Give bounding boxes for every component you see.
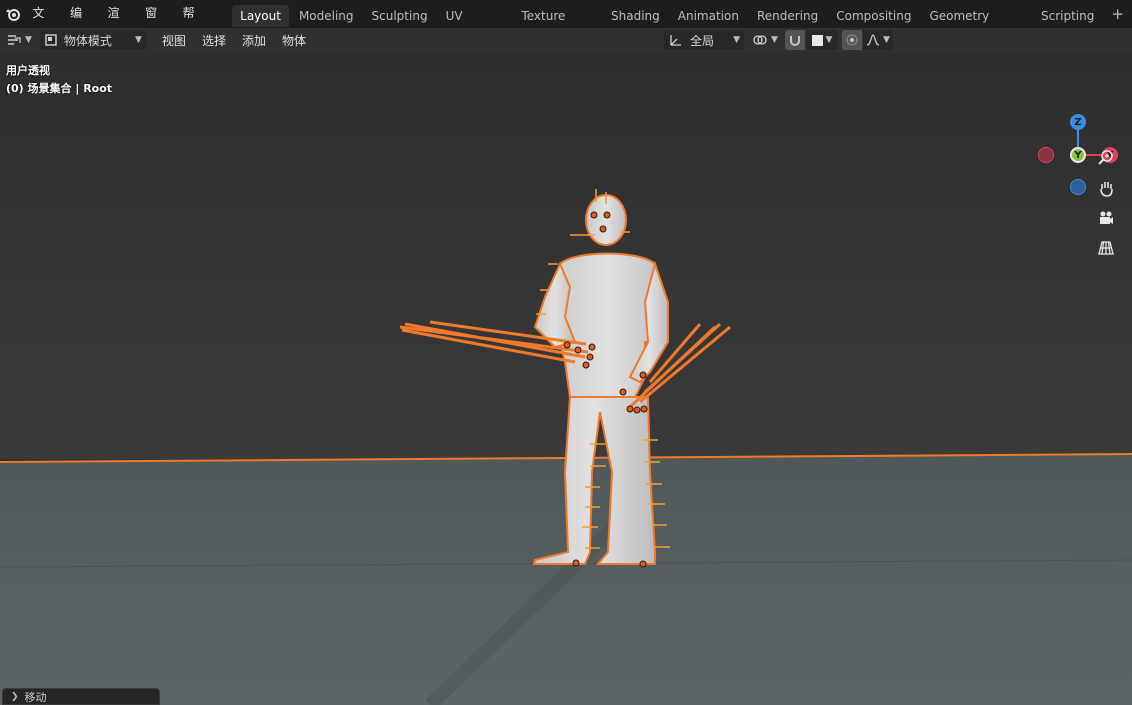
scene-canvas [0,52,1132,705]
transform-orientation-select[interactable]: 全局 ▼ [664,30,744,50]
mode-label: 物体模式 [63,33,112,48]
mode-select[interactable]: 物体模式 ▼ [39,30,146,50]
falloff-curve-icon [866,34,880,46]
last-operator-panel[interactable]: ❯ 移动 [2,688,160,705]
collection-info-label: (0) 场景集合 | Root [6,82,113,95]
add-workspace-button[interactable]: + [1103,0,1132,28]
menu-add[interactable]: 添加 [234,30,274,50]
chevron-down-icon: ▼ [825,35,833,45]
top-bar: 文件 编辑 渲染 窗口 帮助 Layout Modeling Sculpting… [0,0,1132,46]
magnet-icon [790,36,800,46]
tab-rendering[interactable]: Rendering [749,5,826,27]
proportional-edit-toggle[interactable] [842,30,862,50]
object-mode-icon [45,34,57,46]
editor-type-button[interactable]: ▼ [6,30,32,50]
menu-window[interactable]: 窗口 [138,0,176,46]
gizmo-neg-z-axis[interactable] [1070,179,1086,195]
pan-button[interactable] [1094,176,1118,200]
blender-logo-icon[interactable] [0,0,25,28]
grid-icon [1098,241,1114,255]
gizmo-y-axis[interactable]: Y [1070,147,1086,163]
tab-sculpting[interactable]: Sculpting [364,5,436,27]
menu-file[interactable]: 文件 [25,0,63,46]
background [0,52,1132,459]
orientation-axes-icon [670,35,681,46]
chevron-down-icon: ▼ [883,35,890,45]
editor-type-icon [8,35,21,45]
snap-toggle[interactable] [785,30,805,50]
menu-help[interactable]: 帮助 [176,0,214,46]
hand-icon [1100,182,1113,197]
gizmo-neg-x-axis[interactable] [1038,147,1054,163]
tab-uv-editing[interactable]: UV Editing [438,5,512,45]
snap-target-select[interactable]: ▼ [806,30,838,50]
viewport-header: ▼ 物体模式 ▼ 视图 选择 添加 物体 全局 ▼ ▼ ▼ ▼ [0,28,1132,52]
camera-icon [1100,211,1113,224]
pivot-point-button[interactable]: ▼ [752,30,778,50]
menu-view[interactable]: 视图 [154,30,194,50]
proportional-icon [846,34,858,46]
zoom-icon [1098,150,1113,165]
perspective-toggle-button[interactable] [1094,236,1118,260]
menu-edit[interactable]: 编辑 [63,0,101,46]
tab-compositing[interactable]: Compositing [828,5,919,27]
chevron-down-icon: ▼ [733,35,740,45]
falloff-select[interactable]: ▼ [863,30,893,50]
tab-shading[interactable]: Shading [603,5,668,27]
operator-label: 移动 [24,690,47,704]
workspace-tabs: Layout Modeling Sculpting UV Editing Tex… [231,0,1132,45]
tab-layout[interactable]: Layout [232,4,289,27]
zoom-button[interactable] [1094,146,1118,170]
view-name-label: 用户透视 [6,64,50,77]
tab-animation[interactable]: Animation [670,5,747,27]
gizmo-z-axis[interactable]: Z [1070,114,1086,130]
3d-viewport[interactable]: 用户透视 (0) 场景集合 | Root Z X Y [0,52,1132,705]
chevron-down-icon: ▼ [771,35,778,45]
menu-render[interactable]: 渲染 [101,0,139,46]
chevron-down-icon: ▼ [135,35,142,45]
chevron-right-icon: ❯ [11,691,19,702]
menu-select[interactable]: 选择 [194,30,234,50]
pivot-icon [753,35,767,45]
tab-texture-paint[interactable]: Texture Paint [513,5,601,45]
menu-object[interactable]: 物体 [274,30,314,50]
camera-view-button[interactable] [1094,206,1118,230]
orientation-label: 全局 [690,33,715,48]
snap-increment-icon [811,34,823,46]
tab-scripting[interactable]: Scripting [1033,5,1102,27]
chevron-down-icon: ▼ [25,35,32,45]
tab-modeling[interactable]: Modeling [291,5,362,27]
tab-geometry-nodes[interactable]: Geometry Nodes [921,5,1031,45]
